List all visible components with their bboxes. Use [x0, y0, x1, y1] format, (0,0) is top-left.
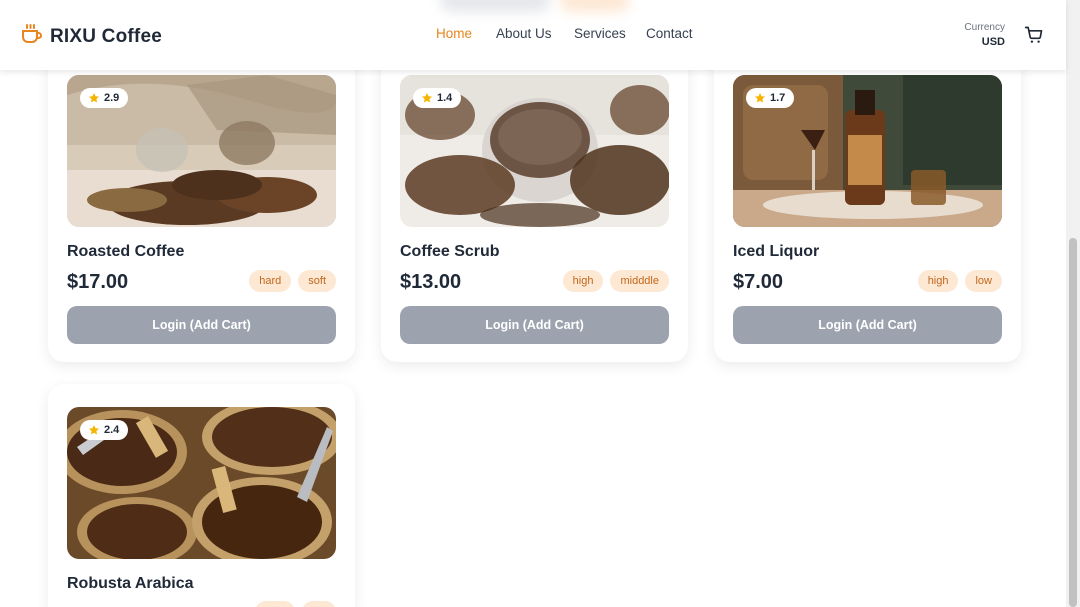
product-tags [255, 601, 336, 607]
tag-badge[interactable]: high [917, 270, 959, 292]
header-blur-decoration [560, 0, 630, 12]
tag-badge[interactable]: soft [298, 270, 336, 292]
star-icon [754, 92, 766, 104]
product-image[interactable]: 1.4 [400, 75, 669, 227]
rating-badge: 1.4 [413, 88, 462, 108]
brand-logo[interactable]: RIXU Coffee [20, 22, 162, 51]
product-title: Robusta Arabica [67, 575, 194, 592]
rating-value: 1.4 [437, 92, 453, 104]
product-tags: high midddle [562, 270, 669, 292]
rating-value: 2.9 [104, 92, 120, 104]
star-icon [88, 424, 100, 436]
product-card: 2.9 Roasted Coffee $17.00 hard soft Logi… [48, 52, 355, 362]
product-title: Roasted Coffee [67, 243, 185, 260]
rating-badge: 2.4 [80, 420, 129, 440]
login-add-cart-button[interactable]: Login (Add Cart) [67, 306, 336, 344]
rating-badge: 1.7 [746, 88, 795, 108]
rating-badge: 2.9 [80, 88, 129, 108]
scrollbar-thumb[interactable] [1069, 238, 1077, 607]
site-header: RIXU Coffee Home About Us Services Conta… [0, 0, 1066, 70]
product-tags: high low [917, 270, 1002, 292]
product-image[interactable]: 1.7 [733, 75, 1002, 227]
header-blur-decoration [440, 0, 550, 12]
product-price: $7.00 [733, 271, 784, 293]
product-tags: hard soft [249, 270, 336, 292]
tag-badge[interactable]: midddle [610, 270, 669, 292]
currency-label: Currency [964, 22, 1005, 33]
rating-value: 2.4 [104, 424, 120, 436]
currency-selector[interactable]: Currency USD [964, 22, 1005, 48]
product-price: $13.00 [400, 271, 462, 293]
tag-badge[interactable] [255, 601, 295, 607]
tag-badge[interactable]: high [562, 270, 604, 292]
product-price: $17.00 [67, 271, 129, 293]
nav-about-us[interactable]: About Us [496, 26, 552, 41]
tag-badge[interactable] [302, 601, 336, 607]
nav-services[interactable]: Services [574, 26, 626, 41]
currency-value: USD [981, 36, 1005, 48]
tag-badge[interactable]: hard [249, 270, 292, 292]
login-add-cart-button[interactable]: Login (Add Cart) [733, 306, 1002, 344]
product-card: 1.4 Coffee Scrub $13.00 high midddle Log… [381, 52, 688, 362]
product-image[interactable]: 2.4 [67, 407, 336, 559]
rating-value: 1.7 [770, 92, 786, 104]
login-add-cart-button[interactable]: Login (Add Cart) [400, 306, 669, 344]
product-title: Coffee Scrub [400, 243, 500, 260]
coffee-cup-icon [20, 22, 44, 51]
brand-name: RIXU Coffee [50, 25, 162, 47]
cart-button[interactable] [1024, 25, 1044, 50]
tag-badge[interactable]: low [965, 270, 1002, 292]
product-title: Iced Liquor [733, 243, 820, 260]
product-image[interactable]: 2.9 [67, 75, 336, 227]
star-icon [88, 92, 100, 104]
nav-contact[interactable]: Contact [646, 26, 693, 41]
product-card: 2.4 Robusta Arabica [48, 384, 355, 607]
star-icon [421, 92, 433, 104]
product-card: 1.7 Iced Liquor $7.00 high low Login (Ad… [714, 52, 1021, 362]
nav-home[interactable]: Home [436, 26, 472, 41]
page-scrollbar[interactable] [1066, 0, 1080, 607]
shopping-cart-icon [1024, 26, 1044, 49]
